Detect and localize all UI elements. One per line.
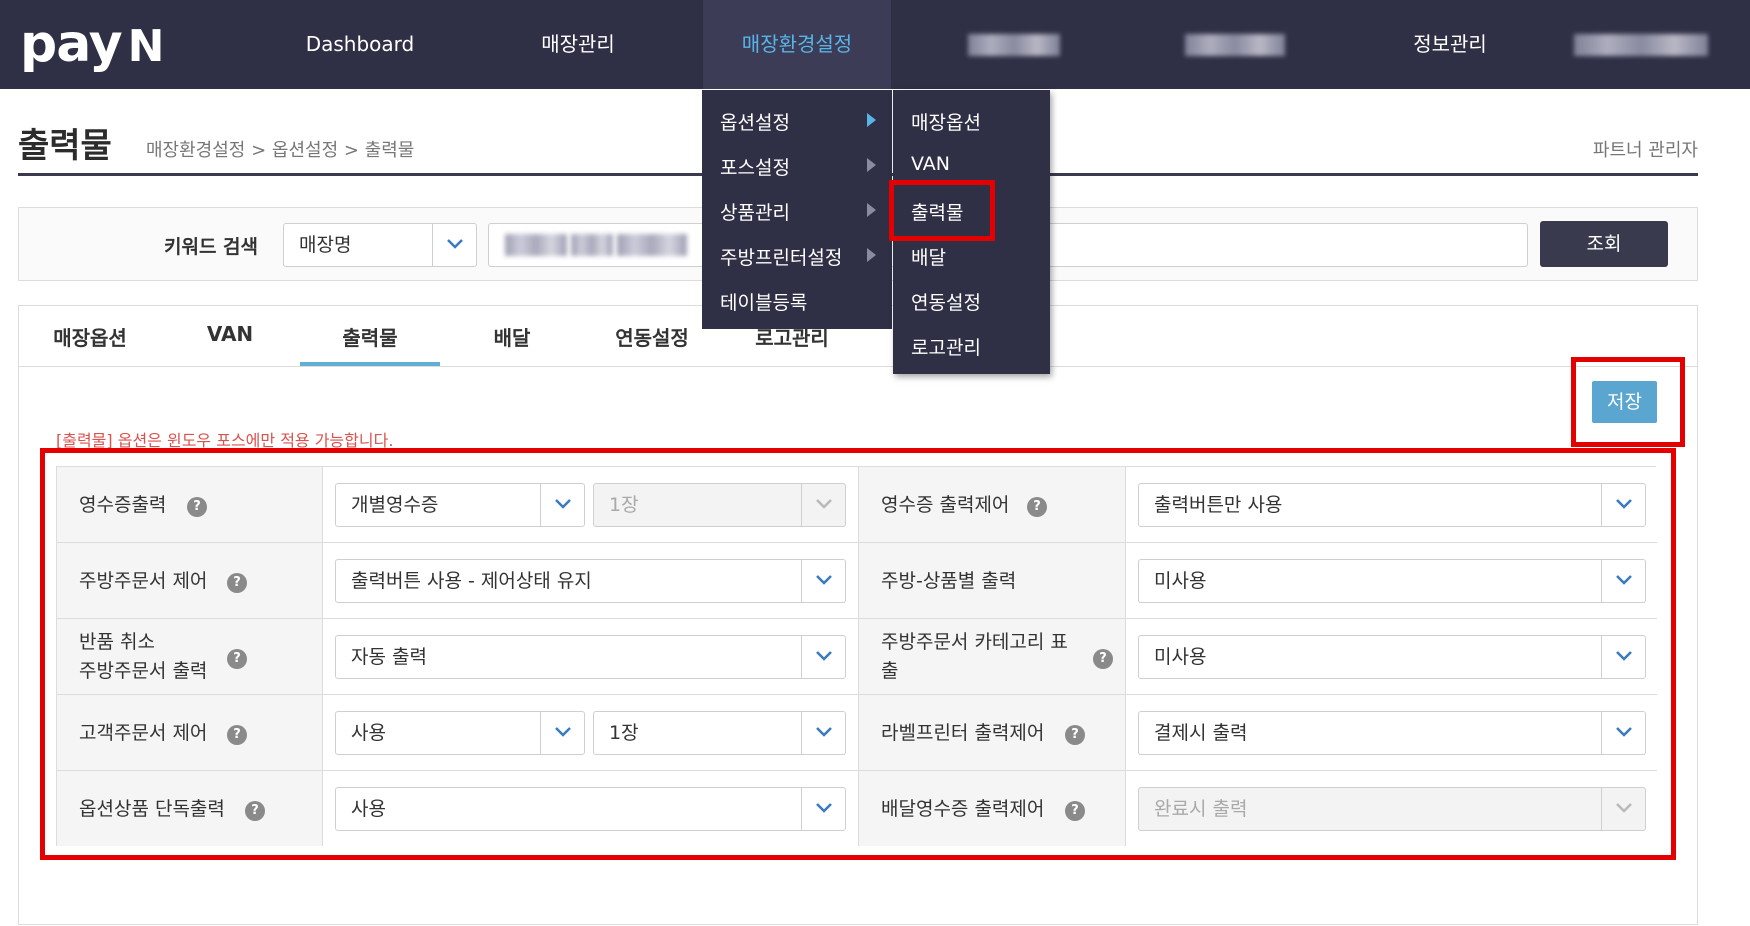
tab-printouts[interactable]: 출력물: [300, 322, 440, 351]
submenu-item-store-options[interactable]: 매장옵션: [911, 108, 981, 135]
user-account-redacted[interactable]: [1574, 34, 1708, 56]
page-title: 출력물: [18, 126, 112, 166]
tab-van[interactable]: VAN: [160, 322, 300, 346]
search-keyword-redacted-2: [571, 234, 613, 256]
settings-submenu: 옵션설정 포스설정 상품관리 주방프린터설정 테이블등록: [702, 90, 892, 329]
tab-delivery[interactable]: 배달: [442, 322, 582, 351]
menu-item-label: 주방프린터설정: [720, 247, 843, 269]
search-button[interactable]: 조회: [1540, 221, 1668, 267]
menu-item-label: 옵션설정: [720, 112, 790, 134]
tab-integration[interactable]: 연동설정: [582, 322, 722, 351]
submenu-item-delivery[interactable]: 배달: [911, 243, 946, 270]
nav-info-management[interactable]: 정보관리: [1360, 0, 1540, 89]
menu-item-kitchen-printer[interactable]: 주방프린터설정: [720, 243, 842, 270]
search-keyword-redacted-1: [505, 234, 567, 256]
payn-logo[interactable]: pay N: [20, 14, 165, 77]
chevron-right-icon: [867, 157, 876, 176]
menu-item-table-registration[interactable]: 테이블등록: [720, 288, 807, 315]
search-field-value: 매장명: [299, 234, 352, 256]
submenu-item-van[interactable]: VAN: [911, 153, 950, 175]
highlight-options-table: [40, 448, 1676, 860]
submenu-item-logo-management[interactable]: 로고관리: [911, 333, 981, 360]
nav-dashboard[interactable]: Dashboard: [270, 0, 450, 89]
nav-store-management[interactable]: 매장관리: [488, 0, 668, 89]
search-label: 키워드 검색: [163, 236, 258, 258]
tab-store-options[interactable]: 매장옵션: [20, 322, 160, 351]
active-tab-indicator: [300, 362, 440, 366]
submenu-item-integration[interactable]: 연동설정: [911, 288, 981, 315]
partner-admin-label: 파트너 관리자: [1592, 140, 1698, 161]
menu-item-option-settings[interactable]: 옵션설정: [720, 108, 790, 135]
chevron-right-icon: [867, 247, 876, 266]
menu-item-pos-settings[interactable]: 포스설정: [720, 153, 790, 180]
search-keyword-redacted-3: [617, 234, 687, 256]
nav-item-redacted-1[interactable]: [968, 34, 1060, 56]
breadcrumb: 매장환경설정 > 옵션설정 > 출력물: [146, 140, 415, 161]
menu-item-label: 테이블등록: [720, 292, 808, 314]
menu-item-label: 포스설정: [720, 157, 790, 179]
highlight-save-button: [1571, 357, 1685, 447]
chevron-right-icon: [867, 112, 876, 131]
highlight-printouts-menu: [889, 180, 995, 241]
menu-item-product-management[interactable]: 상품관리: [720, 198, 790, 225]
tabs-divider: [18, 366, 1698, 367]
logo-n: N: [127, 21, 165, 72]
nav-item-redacted-2[interactable]: [1185, 34, 1285, 56]
chevron-down-icon: [432, 224, 476, 266]
logo-text: pay: [20, 14, 123, 74]
chevron-right-icon: [867, 202, 876, 221]
search-field-select[interactable]: 매장명: [283, 223, 477, 267]
menu-item-label: 상품관리: [720, 202, 790, 224]
nav-store-settings[interactable]: 매장환경설정: [703, 0, 891, 89]
